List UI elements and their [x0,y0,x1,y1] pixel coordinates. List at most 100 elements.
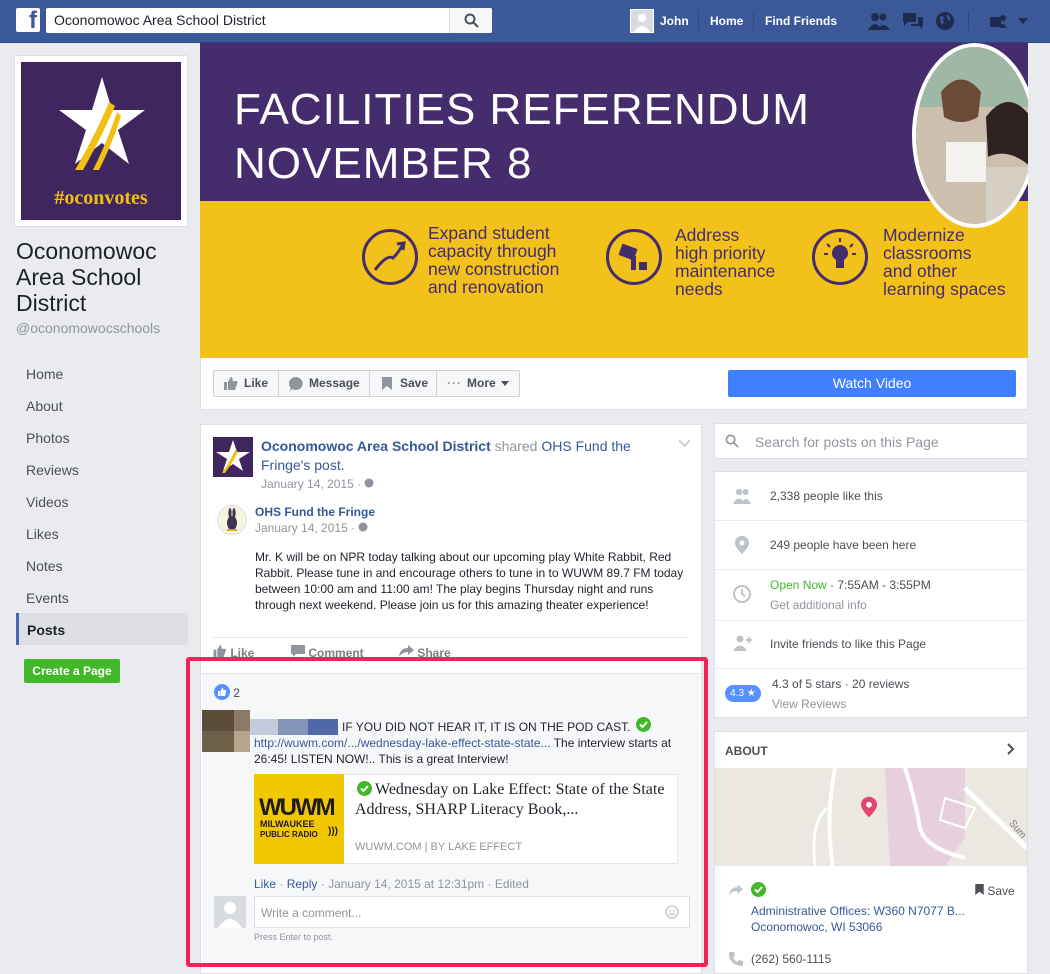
checkins-count[interactable]: 249 people have been here [770,538,916,552]
friend-requests-icon[interactable] [868,12,890,30]
cover-item-modernize-line: and other [883,261,957,281]
default-avatar-icon [634,14,650,32]
nav-item-photos[interactable]: Photos [16,421,188,453]
inner-author-link[interactable]: OHS Fund the Fringe [255,505,375,519]
chevron-right-icon[interactable] [1007,743,1015,755]
nav-item-home[interactable]: Home [16,357,188,389]
user-avatar[interactable] [630,9,654,33]
share-arrow-icon [399,645,414,657]
inner-date-text: January 14, 2015 · [255,521,356,535]
maintenance-tools-icon [606,229,662,285]
growth-arrow-icon [362,229,418,285]
cover-title: FACILITIES REFERENDUM NOVEMBER 8 [234,83,810,191]
chevron-down-icon [501,381,509,386]
page-switcher-icon[interactable] [990,14,1008,28]
more-label: More [467,376,496,390]
fund-the-fringe-avatar[interactable] [217,505,247,535]
like-page-button[interactable]: Like [213,370,279,397]
nav-item-likes[interactable]: Likes [16,517,188,549]
shared-text: shared [494,438,538,454]
nav-item-reviews[interactable]: Reviews [16,453,188,485]
rabbit-logo-icon [227,508,237,531]
post-date-text: January 14, 2015 · [261,477,362,491]
hashtag-text: #oconvotes [54,187,148,209]
address-line2[interactable]: Oconomowoc, WI 53066 [751,920,882,934]
invite-friends-icon [733,635,752,651]
messages-icon[interactable] [902,12,924,30]
search-input[interactable]: Oconomowoc Area School District [46,8,492,33]
page-post-search-input[interactable]: Search for posts on this Page [714,423,1028,459]
page-title[interactable]: Oconomowoc Area School District [16,238,186,316]
page-avatar[interactable] [213,437,253,477]
cover-classroom-photo [912,43,1028,228]
rating-text[interactable]: 4.3 of 5 stars · 20 reviews [772,677,909,691]
nav-item-about[interactable]: About [16,389,188,421]
find-friends-link[interactable]: Find Friends [765,14,837,28]
page-action-bar: Like Message Save ··· More Watch Video [200,358,1028,410]
create-page-button[interactable]: Create a Page [24,659,120,683]
post-author-link[interactable]: Oconomowoc Area School District [261,438,491,454]
post-options-chevron-icon[interactable] [679,440,690,447]
lightbulb-icon [812,229,868,285]
facebook-logo-icon[interactable]: f [16,7,40,34]
post-date[interactable]: January 14, 2015 · [261,477,374,491]
about-heading[interactable]: ABOUT [725,744,768,758]
save-page-button[interactable]: Save [369,370,437,397]
page-profile-picture[interactable]: #oconvotes [14,55,188,227]
hours-text: · 7:55AM - 3:55PM [830,578,931,592]
message-button[interactable]: Message [278,370,370,397]
search-input-value: Oconomowoc Area School District [54,12,266,28]
cover-item-address-line: Address [675,225,740,245]
cover-item-modernize: Modernize classrooms and other learning … [883,226,1006,298]
notifications-globe-icon[interactable] [935,11,955,31]
shared-page-link[interactable]: OHS Fund the [541,438,631,454]
nav-item-notes[interactable]: Notes [16,549,188,581]
divider [715,620,1027,621]
more-button[interactable]: ··· More [436,370,520,397]
comment-icon [291,645,305,657]
address-line1[interactable]: Administrative Offices: W360 N7077 B... [751,904,965,918]
directions-arrow-icon[interactable] [729,884,743,896]
nav-divider [698,11,699,31]
shared-post-link[interactable]: 's post. [301,457,345,473]
people-icon [733,488,751,504]
bookmark-icon [382,377,392,390]
invite-friends-link[interactable]: Invite friends to like this Page [770,637,926,651]
save-location-label: Save [987,884,1015,898]
nav-item-videos[interactable]: Videos [16,485,188,517]
opening-hours[interactable]: Open Now · 7:55AM - 3:55PM [770,578,931,592]
cover-item-address: Address high priority maintenance needs [675,226,775,298]
search-icon [464,13,479,28]
location-map[interactable]: Sum [715,768,1027,866]
divider [213,637,689,638]
nav-item-events[interactable]: Events [16,581,188,613]
watch-video-button[interactable]: Watch Video [728,370,1016,397]
user-name-link[interactable]: John [660,14,689,28]
nav-item-posts[interactable]: Posts [16,613,188,645]
post-body: Mr. K will be on NPR today talking about… [255,550,684,612]
cover-photo[interactable]: FACILITIES REFERENDUM NOVEMBER 8 Expand … [200,43,1028,358]
shared-page-link-cont[interactable]: Fringe [261,457,301,473]
top-navigation-bar: f Oconomowoc Area School District John H… [0,0,1050,43]
divider [715,569,1027,570]
save-location-button[interactable]: Save [975,884,1015,898]
clock-icon [733,585,751,603]
additional-info-link[interactable]: Get additional info [770,598,867,612]
nav-divider [968,11,969,31]
thumbs-up-icon [224,377,238,390]
messenger-icon [289,377,303,391]
home-link[interactable]: Home [710,14,743,28]
cover-item-address-line: maintenance [675,261,776,281]
phone-icon [729,952,743,966]
cover-title-line2: NOVEMBER 8 [234,139,533,188]
page-likes-count[interactable]: 2,338 people like this [770,489,883,503]
account-menu-chevron-down-icon[interactable] [1018,18,1028,24]
phone-number[interactable]: (262) 560-1115 [751,952,831,966]
view-reviews-link[interactable]: View Reviews [772,697,846,711]
search-button[interactable] [449,8,492,33]
page-handle[interactable]: @oconomowocschools [16,320,160,336]
bookmark-icon [975,884,984,895]
inner-date[interactable]: January 14, 2015 · [255,521,368,535]
rating-badge: 4.3 ★ [725,685,761,702]
cover-item-modernize-line: learning spaces [883,279,1006,299]
